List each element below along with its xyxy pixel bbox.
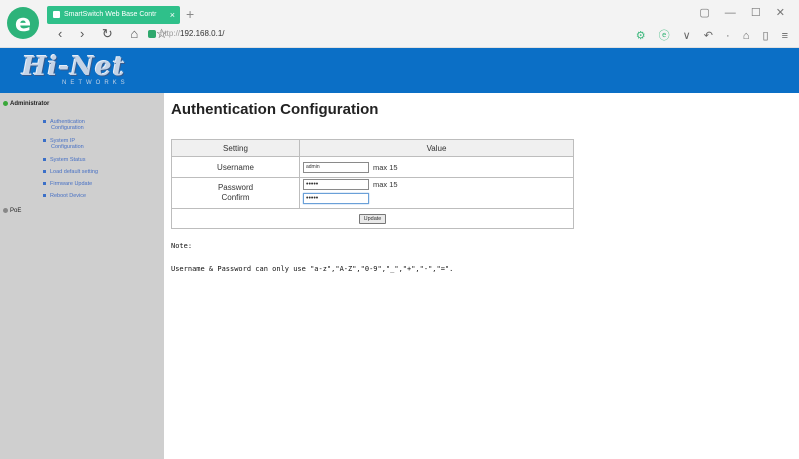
auth-config-table: Setting Value Username admin max 15 Passw…	[171, 139, 574, 229]
update-row: Update	[171, 208, 574, 229]
sidebar-item-system-ip[interactable]: System IP Configuration	[43, 138, 84, 150]
username-max-hint: max 15	[373, 162, 398, 172]
username-input[interactable]: admin	[303, 161, 369, 173]
sidebar-item-label: System Status	[50, 157, 86, 163]
address-bar[interactable]: http://192.168.0.1/	[148, 29, 225, 38]
bullet-icon	[43, 182, 46, 186]
confirm-password-input[interactable]: •••••	[303, 193, 369, 204]
password-label: Password	[217, 183, 254, 192]
column-header-setting: Setting	[171, 139, 300, 157]
password-input[interactable]: •••••	[303, 179, 369, 190]
note-heading: Note:	[171, 242, 193, 250]
confirm-label: Confirm	[221, 193, 250, 202]
window-controls[interactable]: ▢ — ☐ ✕	[699, 6, 791, 19]
toolbar-icons[interactable]: ∨ ↶ · ⌂ ▯ ≡	[683, 30, 793, 42]
sidebar-group-label: Administrator	[10, 101, 50, 108]
tab-close-icon[interactable]: ×	[170, 6, 175, 24]
sidebar-group-label: PoE	[10, 208, 22, 215]
sidebar-item-load-default[interactable]: Load default setting	[43, 169, 98, 175]
sidebar-item-system-status[interactable]: System Status	[43, 157, 85, 163]
sidebar-item-firmware-update[interactable]: Firmware Update	[43, 181, 92, 187]
brand-subtitle: NETWORKS	[62, 80, 129, 86]
tab-favicon-icon	[53, 10, 60, 18]
note-text: Username & Password can only use "a-z","…	[171, 265, 454, 273]
browser-logo-icon: e	[7, 7, 39, 39]
column-header-value: Value	[299, 139, 574, 157]
bullet-icon	[43, 139, 46, 143]
sidebar-group-poe[interactable]: PoE	[3, 208, 21, 214]
password-cell: ••••• max 15 •••••	[299, 177, 574, 209]
sidebar-item-label: Firmware Update	[50, 181, 93, 187]
sidebar-item-reboot-device[interactable]: Reboot Device	[43, 193, 86, 199]
new-tab-button[interactable]: +	[186, 6, 194, 22]
page-title: Authentication Configuration	[171, 101, 379, 118]
expanded-icon	[3, 101, 8, 106]
update-button[interactable]: Update	[358, 214, 387, 224]
username-cell: admin max 15	[299, 156, 574, 178]
password-confirm-labels: Password Confirm	[171, 177, 300, 209]
browser-toolbar[interactable]: ⚙ ⓔ ∨ ↶ · ⌂ ▯ ≡	[636, 27, 793, 43]
sidebar-item-label: Reboot Device	[50, 193, 87, 199]
brand-logo: Hi-Net	[22, 52, 126, 82]
extension-icons[interactable]: ⚙ ⓔ	[636, 30, 675, 42]
sidebar-item-label: Configuration	[51, 125, 84, 131]
sidebar-item-label: Load default setting	[50, 169, 99, 175]
url-scheme: http://	[160, 29, 181, 38]
browser-tab[interactable]: SmartSwitch Web Base Contr ×	[47, 6, 180, 24]
sidebar-item-label: Configuration	[51, 144, 84, 150]
bullet-icon	[43, 170, 46, 174]
username-label: Username	[171, 156, 300, 178]
password-max-hint: max 15	[373, 180, 398, 189]
tab-title: SmartSwitch Web Base Contr	[64, 11, 157, 18]
svg-text:e: e	[15, 9, 31, 37]
url-host: 192.168.0.1/	[180, 29, 225, 38]
collapsed-icon	[3, 208, 8, 213]
bullet-icon	[43, 120, 46, 124]
bullet-icon	[43, 158, 46, 162]
sidebar-item-authentication[interactable]: Authentication Configuration	[43, 119, 85, 131]
bullet-icon	[43, 194, 46, 198]
secure-shield-icon	[148, 29, 156, 38]
sidebar-group-administrator[interactable]: Administrator	[3, 101, 49, 107]
